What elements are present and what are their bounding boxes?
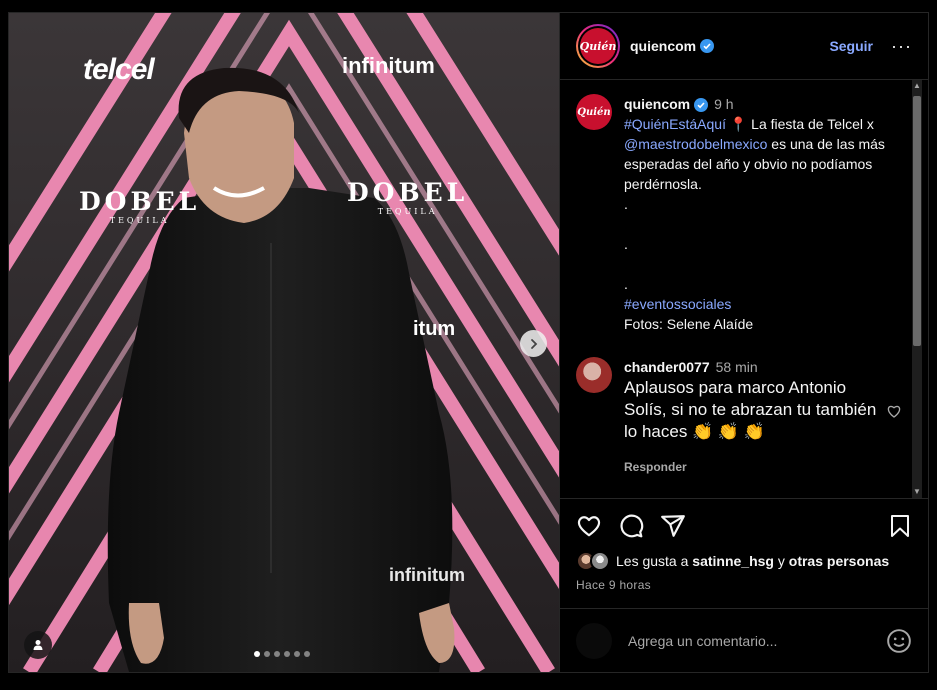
infinitum-logo-lower: infinitum xyxy=(389,565,465,585)
telcel-logo: telcel xyxy=(83,53,155,86)
user-icon xyxy=(33,640,43,650)
caption-entry: Quién quiencom 9 h #QuiénEstáAquí 📍 La fi… xyxy=(576,94,906,334)
current-user-avatar xyxy=(576,622,612,659)
comment-like-heart-icon[interactable] xyxy=(886,403,902,419)
carousel-dot xyxy=(274,651,280,657)
infinitum-logo: infinitum xyxy=(342,53,435,78)
heart-icon[interactable] xyxy=(576,513,602,539)
likes-summary: Les gusta a satinne_hsg y otras personas xyxy=(576,551,912,571)
post-media[interactable]: telcel infinitum DOBEL TEQUILA DOBEL TEQ… xyxy=(9,13,559,672)
comment-body: chander0077 58 min Aplausos para marco An… xyxy=(624,357,884,477)
carousel-dot xyxy=(284,651,290,657)
scroll-up-arrow-icon[interactable]: ▲ xyxy=(913,82,921,90)
bookmark-icon[interactable] xyxy=(888,513,912,539)
chevron-right-icon xyxy=(530,338,537,349)
post-header: Quién quiencom Seguir ··· xyxy=(560,13,928,80)
comment-entry: chander0077 58 min Aplausos para marco An… xyxy=(576,357,901,477)
reply-button[interactable]: Responder xyxy=(624,457,884,477)
caption-timestamp[interactable]: 9 h xyxy=(714,96,733,112)
verified-badge-icon xyxy=(700,39,715,53)
pin-emoji: 📍 xyxy=(729,116,748,132)
carousel-dot xyxy=(264,651,270,657)
caption-body: quiencom 9 h #QuiénEstáAquí 📍 La fiesta d… xyxy=(624,94,906,334)
action-icons-row xyxy=(576,513,912,539)
caption-text: #QuiénEstáAquí 📍 La fiesta de Telcel x @… xyxy=(624,116,885,192)
comments-scrollbar[interactable]: ▲ ▼ xyxy=(912,80,922,498)
verified-badge-icon xyxy=(694,98,709,113)
scrollbar-thumb[interactable] xyxy=(913,96,921,346)
commenter-avatar[interactable] xyxy=(576,357,612,393)
other-likers-link[interactable]: otras personas xyxy=(789,553,889,569)
mention-link[interactable]: @maestrodobelmexico xyxy=(624,136,767,152)
instagram-post-modal: telcel infinitum DOBEL TEQUILA DOBEL TEQ… xyxy=(8,12,929,673)
carousel-dot xyxy=(304,651,310,657)
carousel-dot xyxy=(254,651,260,657)
post-actions: Les gusta a satinne_hsg y otras personas… xyxy=(560,498,928,608)
dobel-logo: DOBEL TEQUILA xyxy=(79,187,201,225)
follow-button[interactable]: Seguir xyxy=(829,38,873,54)
likes-text: Les gusta a satinne_hsg y otras personas xyxy=(616,553,890,569)
dobel-logo-2: DOBEL TEQUILA xyxy=(347,178,469,216)
carousel-dot xyxy=(294,651,300,657)
comments-section[interactable]: Quién quiencom 9 h #QuiénEstáAquí 📍 La fi… xyxy=(560,80,928,498)
comment-timestamp[interactable]: 58 min xyxy=(716,359,758,375)
post-side-panel: Quién quiencom Seguir ··· Quién quiencom… xyxy=(559,13,928,672)
caption-author-avatar[interactable]: Quién xyxy=(576,94,612,130)
comment-text: Aplausos para marco Antonio Solís, si no… xyxy=(624,378,877,441)
comment-icon[interactable] xyxy=(618,513,644,539)
share-icon[interactable] xyxy=(660,513,686,539)
hashtag-link[interactable]: #QuiénEstáAquí xyxy=(624,116,726,132)
liker-username[interactable]: satinne_hsg xyxy=(692,553,774,569)
author-avatar[interactable]: Quién xyxy=(576,24,620,68)
add-comment-bar xyxy=(560,608,928,672)
hashtag-link[interactable]: #eventossociales xyxy=(624,294,906,314)
tagged-users-button[interactable] xyxy=(24,631,52,659)
author-username[interactable]: quiencom xyxy=(630,38,696,54)
caption-dot: . xyxy=(624,236,628,252)
photo-credit: Fotos: Selene Alaíde xyxy=(624,316,754,332)
scroll-down-arrow-icon[interactable]: ▼ xyxy=(913,488,921,496)
infinitum-logo-partial: itum xyxy=(413,318,456,340)
liker-avatar[interactable] xyxy=(590,551,610,571)
more-options-button[interactable]: ··· xyxy=(891,37,912,55)
carousel-indicator xyxy=(254,651,310,657)
carousel-next-button[interactable] xyxy=(520,330,547,357)
caption-dot: . xyxy=(624,276,628,292)
caption-dot: . xyxy=(624,196,628,212)
post-age[interactable]: Hace 9 horas xyxy=(576,578,912,592)
commenter-username[interactable]: chander0077 xyxy=(624,359,710,375)
emoji-icon[interactable] xyxy=(886,628,912,654)
caption-username[interactable]: quiencom xyxy=(624,96,690,112)
event-backdrop-image xyxy=(9,13,559,672)
comment-input[interactable] xyxy=(628,632,886,649)
